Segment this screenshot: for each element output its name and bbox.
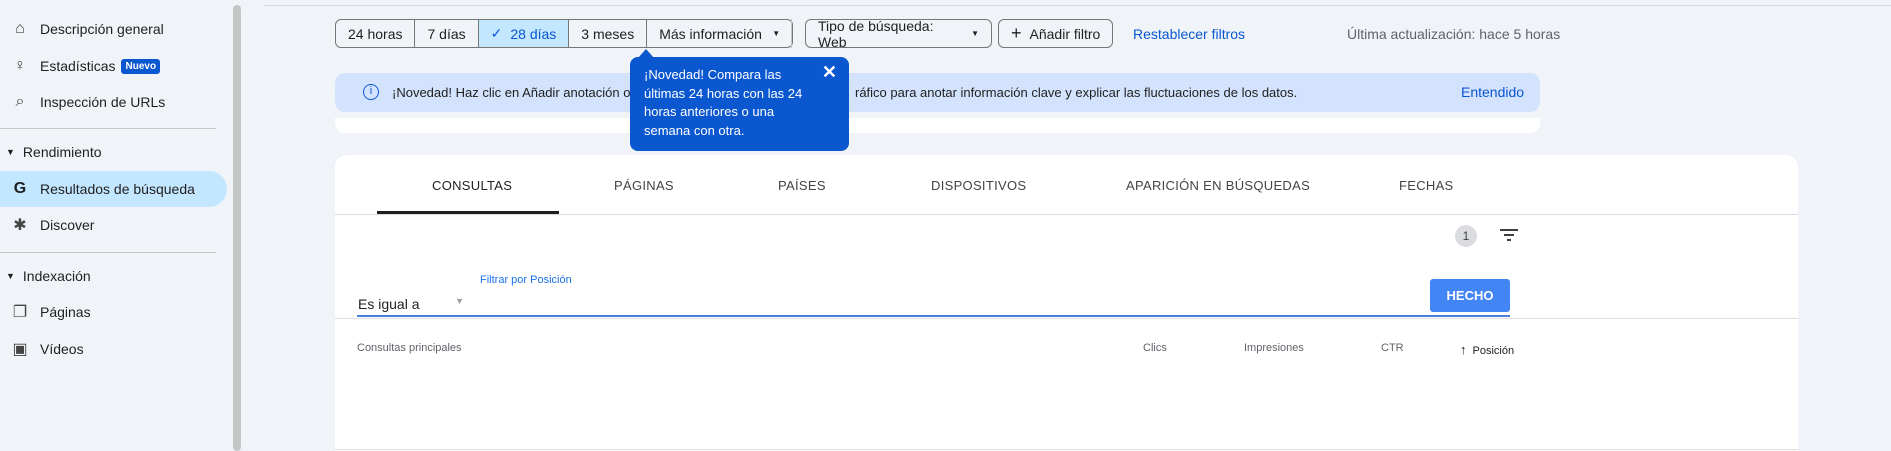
chart-card-edge (335, 118, 1540, 133)
caret-down-icon: ▼ (455, 296, 464, 306)
active-filter-count: 1 (1455, 225, 1477, 247)
divider (0, 252, 216, 253)
add-filter-button[interactable]: + Añadir filtro (998, 19, 1114, 48)
caret-down-icon: ▼ (6, 147, 15, 157)
video-icon: ▣ (12, 341, 28, 358)
col-queries[interactable]: Consultas principales (357, 342, 462, 354)
top-divider (264, 5, 1891, 6)
home-icon: ⌂ (15, 20, 25, 37)
input-underline (357, 315, 1510, 317)
pages-icon: ❐ (12, 304, 28, 321)
close-icon[interactable]: ✕ (822, 63, 837, 82)
tabs-divider (335, 214, 1798, 215)
sidebar-item-videos[interactable]: ▣ Vídeos (0, 331, 227, 367)
search-type-dropdown[interactable]: Tipo de búsqueda: Web ▼ (805, 18, 992, 50)
section-rendimiento[interactable]: ▼ Rendimiento (6, 144, 102, 160)
filter-label: Filtrar por Posición (480, 274, 572, 286)
sidebar-item-pages[interactable]: ❐ Páginas (0, 294, 227, 330)
sidebar-item-discover[interactable]: ✱ Discover (0, 207, 227, 243)
tab-dispositivos[interactable]: DISPOSITIVOS (931, 178, 1026, 193)
last-update: Última actualización: hace 5 horas (1347, 26, 1561, 42)
sort-up-icon: ↑ (1460, 342, 1467, 357)
tab-consultas[interactable]: CONSULTAS (432, 178, 512, 193)
divider (0, 128, 216, 129)
caret-down-icon: ▼ (6, 271, 15, 281)
filter-icon[interactable] (1500, 229, 1518, 241)
sidebar-item-search-results[interactable]: G Resultados de búsqueda (0, 171, 227, 207)
sidebar-item-url-inspection[interactable]: ⌕ Inspección de URLs (0, 84, 227, 120)
range-28d[interactable]: ✓ 28 días (478, 20, 570, 47)
tab-fechas[interactable]: FECHAS (1399, 178, 1454, 193)
col-clicks[interactable]: Clics (1143, 342, 1167, 354)
asterisk-icon: ✱ (13, 217, 27, 234)
tooltip: ¡Novedad! Compara las últimas 24 horas c… (630, 57, 849, 151)
range-7d[interactable]: 7 días (415, 20, 479, 47)
tab-paises[interactable]: PAÍSES (778, 178, 826, 193)
banner-text-end: ráfico para anotar información clave y e… (855, 85, 1298, 100)
divider (791, 19, 792, 48)
col-impressions[interactable]: Impresiones (1244, 342, 1304, 354)
new-badge: Nuevo (121, 58, 161, 74)
caret-down-icon: ▼ (772, 29, 781, 38)
position-value-input[interactable] (480, 294, 1510, 314)
more-dropdown[interactable]: Más información ▼ (647, 20, 792, 47)
operator-select[interactable]: Es igual a ▼ (358, 296, 464, 312)
tab-paginas[interactable]: PÁGINAS (614, 178, 674, 193)
google-icon: G (13, 180, 27, 197)
tab-aparicion[interactable]: APARICIÓN EN BÚSQUEDAS (1126, 178, 1310, 193)
check-icon: ✓ (490, 25, 503, 41)
banner-text: ¡Novedad! Haz clic en Añadir anotación o (392, 85, 631, 100)
col-ctr[interactable]: CTR (1381, 342, 1404, 354)
range-24h[interactable]: 24 horas (336, 20, 416, 47)
caret-down-icon: ▼ (971, 29, 979, 38)
header-divider (335, 318, 1798, 319)
plus-icon: + (1011, 23, 1022, 43)
col-position[interactable]: ↑ Posición (1460, 342, 1514, 357)
sidebar-scrollbar[interactable] (233, 5, 241, 451)
range-3m[interactable]: 3 meses (569, 20, 648, 47)
lightbulb-icon: ♀ (14, 57, 26, 74)
sidebar-item-insights[interactable]: ♀ Estadísticas Nuevo (0, 48, 227, 84)
search-icon: ⌕ (15, 93, 25, 110)
understood-button[interactable]: Entendido (1461, 84, 1524, 100)
date-range-selector: 24 horas 7 días ✓ 28 días 3 meses Más inf… (335, 19, 794, 48)
info-banner: i ¡Novedad! Haz clic en Añadir anotación… (335, 73, 1540, 112)
section-indexacion[interactable]: ▼ Indexación (6, 268, 91, 284)
info-icon: i (363, 84, 379, 100)
reset-filters-link[interactable]: Restablecer filtros (1133, 26, 1245, 42)
done-button[interactable]: HECHO (1430, 279, 1510, 312)
table-divider (335, 449, 1798, 450)
sidebar-item-overview[interactable]: ⌂ Descripción general (0, 11, 227, 47)
